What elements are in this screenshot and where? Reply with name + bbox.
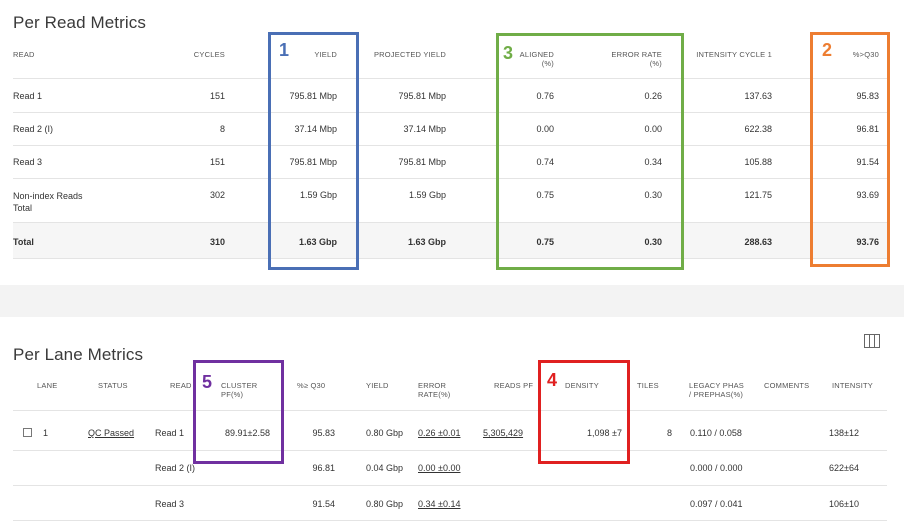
read-row-intensity: 288.63 xyxy=(744,237,772,247)
lane-yield: 0.80 Gbp xyxy=(365,499,403,509)
lane-reads-pf-link[interactable]: 5,305,429 xyxy=(483,428,523,438)
col-comments-header[interactable]: COMMENTS xyxy=(764,381,809,390)
row-select-checkbox[interactable] xyxy=(23,428,32,437)
lane-intensity: 106±10 xyxy=(829,499,859,509)
read-row-cycles: 310 xyxy=(209,237,225,247)
error-header-unit: RATE(%) xyxy=(418,390,451,399)
read-row-cycles: 151 xyxy=(209,91,225,101)
lane-tiles: 8 xyxy=(666,428,672,438)
legacy-header-unit: / PREPHAS(%) xyxy=(689,390,744,399)
col-tiles-header[interactable]: TILES xyxy=(637,381,659,390)
read-row-intensity: 137.63 xyxy=(744,91,772,101)
col-intensity-header[interactable]: INTENSITY xyxy=(832,381,873,390)
lane-q30: 95.83 xyxy=(312,428,335,438)
col-read-header[interactable]: READ xyxy=(170,381,192,390)
annotation-label-1: 1 xyxy=(279,40,290,60)
per-lane-title: Per Lane Metrics xyxy=(13,345,144,364)
lane-legacy-phas: 0.000 / 0.000 xyxy=(690,463,743,473)
col-legacy-phas-header[interactable]: LEGACY PHAS / PREPHAS(%) xyxy=(689,381,744,399)
read-row-intensity: 105.88 xyxy=(744,157,772,167)
lane-intensity: 622±64 xyxy=(829,463,859,473)
lane-yield: 0.80 Gbp xyxy=(365,428,403,438)
col-status-header[interactable]: STATUS xyxy=(98,381,128,390)
legacy-header-label: LEGACY PHAS xyxy=(689,381,745,390)
read-row-name-line1: Non-index Reads xyxy=(13,191,83,201)
lane-legacy-phas: 0.110 / 0.058 xyxy=(690,428,742,438)
read-row-name: Total xyxy=(13,237,34,247)
col-q30-header[interactable]: %≥ Q30 xyxy=(297,381,325,390)
col-yield-header[interactable]: YIELD xyxy=(366,381,389,390)
annotation-label-2: 2 xyxy=(822,40,833,60)
annotation-label-4: 4 xyxy=(547,370,558,390)
read-row-name: Read 1 xyxy=(13,91,43,101)
lane-read: Read 1 xyxy=(155,428,185,438)
lane-error-rate-link[interactable]: 0.34 ±0.14 xyxy=(418,499,460,509)
read-row-name: Read 3 xyxy=(13,157,43,167)
read-row-cycles: 151 xyxy=(209,157,225,167)
col-read-header[interactable]: READ xyxy=(13,50,35,59)
read-row-intensity: 121.75 xyxy=(744,190,772,200)
lane-q30: 91.54 xyxy=(312,499,335,509)
annotation-box-2 xyxy=(810,32,890,267)
per-read-title: Per Read Metrics xyxy=(13,13,146,32)
read-row-cycles: 302 xyxy=(209,190,225,200)
annotation-box-3 xyxy=(496,33,684,270)
col-projected-yield-header[interactable]: PROJECTED YIELD xyxy=(360,50,446,59)
read-row-projected: 37.14 Mbp xyxy=(403,124,446,134)
col-intensity-header[interactable]: INTENSITY CYCLE 1 xyxy=(680,50,772,59)
annotation-label-5: 5 xyxy=(202,372,213,392)
lane-legacy-phas: 0.097 / 0.041 xyxy=(690,499,743,509)
col-reads-pf-header[interactable]: READS PF xyxy=(494,381,533,390)
lane-error-rate-link[interactable]: 0.26 ±0.01 xyxy=(418,428,460,438)
annotation-box-1 xyxy=(268,32,359,270)
read-row-intensity: 622.38 xyxy=(744,124,772,134)
lane-read: Read 2 (I) xyxy=(155,463,196,473)
read-row-name: Non-index Reads Total xyxy=(13,190,83,214)
read-row-cycles: 8 xyxy=(219,124,225,134)
read-row-name: Read 2 (I) xyxy=(13,124,54,134)
read-row-projected: 1.59 Gbp xyxy=(408,190,446,200)
section-separator xyxy=(0,285,904,317)
lane-yield: 0.04 Gbp xyxy=(365,463,403,473)
lane-status-link[interactable]: QC Passed xyxy=(88,428,134,438)
col-cycles-header[interactable]: CYCLES xyxy=(170,50,225,59)
lane-error-rate-link[interactable]: 0.00 ±0.00 xyxy=(418,463,460,473)
lane-intensity: 138±12 xyxy=(829,428,859,438)
lane-number: 1 xyxy=(43,428,49,438)
read-row-projected: 795.81 Mbp xyxy=(398,91,446,101)
annotation-label-3: 3 xyxy=(503,43,514,63)
lane-q30: 96.81 xyxy=(312,463,335,473)
read-row-projected: 795.81 Mbp xyxy=(398,157,446,167)
col-error-header[interactable]: ERROR RATE(%) xyxy=(418,381,451,399)
error-header-label: ERROR xyxy=(418,381,447,390)
column-settings-icon[interactable] xyxy=(864,334,880,348)
read-row-projected: 1.63 Gbp xyxy=(407,237,446,247)
lane-read: Read 3 xyxy=(155,499,185,509)
read-row-name-line2: Total xyxy=(13,203,33,213)
col-lane-header[interactable]: LANE xyxy=(37,381,57,390)
